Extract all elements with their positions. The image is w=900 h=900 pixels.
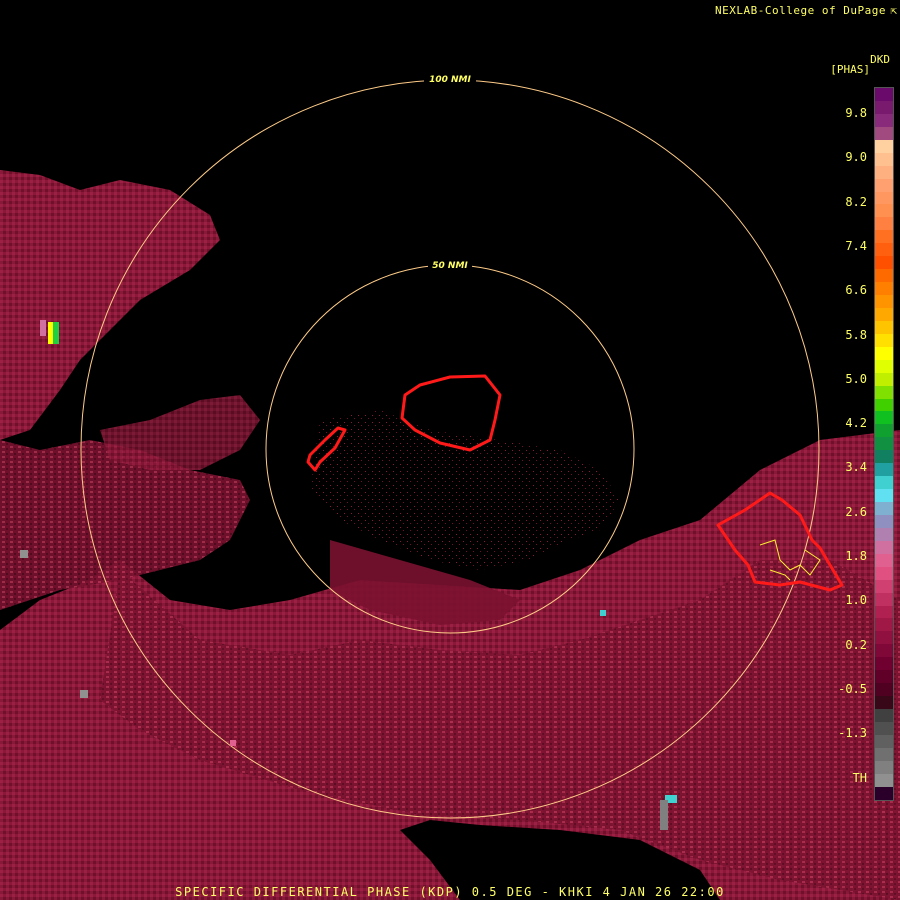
range-ring-50-label: 50 NMI — [432, 261, 468, 271]
legend-label: 5.0 — [845, 371, 867, 386]
legend-swatch — [875, 113, 893, 127]
legend-swatch — [875, 773, 893, 787]
legend-label: 2.6 — [845, 504, 867, 519]
legend-swatch — [875, 760, 893, 774]
legend-swatch — [875, 721, 893, 735]
legend-label: -1.3 — [838, 726, 867, 741]
legend-swatch — [875, 502, 893, 515]
legend-swatch — [875, 320, 893, 334]
product-description: SPECIFIC DIFFERENTIAL PHASE (KDP) 0.5 DE… — [175, 885, 725, 899]
legend-swatch — [875, 178, 893, 192]
legend-label: 8.2 — [845, 194, 867, 209]
range-ring-100-label: 100 NMI — [429, 75, 471, 85]
legend-swatch — [875, 463, 893, 477]
legend-swatch — [875, 709, 893, 722]
legend-swatch — [875, 670, 893, 684]
legend-swatch — [875, 243, 893, 257]
legend-swatch — [875, 204, 893, 218]
radar-map: 50 NMI 100 NMI — [0, 74, 900, 900]
product-units: [PHAS] — [830, 63, 870, 76]
legend-swatch — [875, 230, 893, 244]
legend-swatch — [875, 126, 893, 140]
legend-swatch — [875, 398, 893, 412]
external-link-icon[interactable]: ⇱ — [890, 4, 897, 17]
legend-swatch — [875, 489, 893, 502]
legend-swatch — [875, 139, 893, 153]
legend-swatch — [875, 372, 893, 386]
legend-label: 7.4 — [845, 238, 867, 253]
legend-label: 9.0 — [845, 150, 867, 165]
legend-swatch — [875, 411, 893, 425]
legend-swatch — [875, 346, 893, 360]
legend-swatch — [875, 191, 893, 205]
legend-swatch — [875, 269, 893, 283]
legend-label: 3.4 — [845, 460, 867, 475]
legend-label: TH — [852, 770, 867, 785]
legend-swatch — [875, 152, 893, 166]
legend-swatch — [875, 100, 893, 114]
legend-swatch — [875, 385, 893, 399]
legend-swatch — [875, 553, 893, 567]
legend-label: -0.5 — [838, 681, 867, 696]
legend-label: 1.8 — [845, 549, 867, 563]
legend-label: 1.0 — [845, 593, 867, 608]
legend-swatch — [875, 786, 893, 800]
legend-label: 6.6 — [845, 283, 867, 298]
legend-swatch — [875, 657, 893, 671]
legend-swatch — [875, 450, 893, 464]
legend-label: 9.8 — [845, 106, 867, 120]
legend-swatch — [875, 88, 893, 101]
legend-swatch — [875, 514, 893, 528]
legend-swatch — [875, 256, 893, 270]
legend-swatch — [875, 295, 893, 308]
legend-swatch — [875, 424, 893, 438]
legend-swatch — [875, 592, 893, 606]
legend-swatch — [875, 307, 893, 321]
legend-label: 4.2 — [845, 416, 867, 431]
legend-swatch — [875, 696, 893, 709]
legend-swatch — [875, 566, 893, 580]
product-code: DKD — [870, 53, 890, 66]
legend-swatch — [875, 282, 893, 295]
legend-swatch — [875, 359, 893, 373]
precipitation-echo-west — [0, 170, 260, 610]
legend-swatch — [875, 476, 893, 490]
legend-swatch — [875, 333, 893, 347]
legend-swatch — [875, 631, 893, 645]
legend-swatch — [875, 540, 893, 554]
legend-swatch — [875, 683, 893, 697]
legend-swatch — [875, 618, 893, 632]
legend-swatch — [875, 165, 893, 179]
credit-text: NEXLAB-College of DuPage — [715, 4, 886, 17]
legend-swatch — [875, 644, 893, 658]
color-legend-bar — [874, 87, 894, 801]
legend-swatch — [875, 217, 893, 231]
legend-label: 0.2 — [845, 637, 867, 652]
legend-swatch — [875, 437, 893, 451]
legend-swatch — [875, 734, 893, 748]
legend-swatch — [875, 527, 893, 541]
legend-swatch — [875, 579, 893, 593]
legend-swatch — [875, 747, 893, 761]
legend-label: 5.8 — [845, 327, 867, 342]
legend-swatch — [875, 605, 893, 619]
